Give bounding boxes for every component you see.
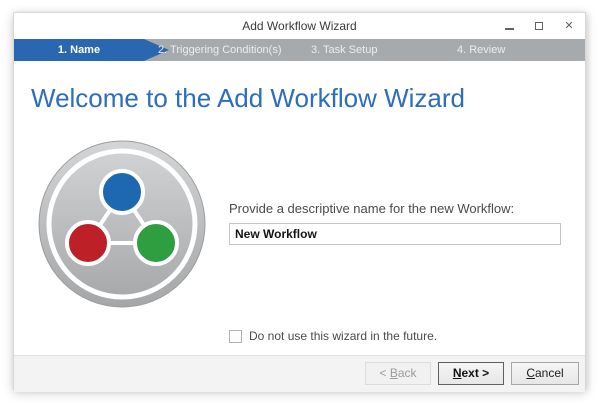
workflow-logo-icon xyxy=(38,140,206,308)
maximize-icon xyxy=(535,22,543,30)
skip-wizard-checkbox[interactable] xyxy=(229,329,242,343)
step-2-triggering-conditions[interactable]: 2. Triggering Condition(s) xyxy=(158,39,282,61)
back-button: < Back xyxy=(365,362,431,385)
close-icon: ✕ xyxy=(564,19,574,32)
logo-green-node xyxy=(133,220,179,266)
workflow-name-input[interactable] xyxy=(229,223,561,245)
next-button[interactable]: Next > xyxy=(438,362,504,385)
cancel-button[interactable]: Cancel xyxy=(511,362,579,385)
minimize-button[interactable] xyxy=(503,20,515,32)
logo-blue-node xyxy=(99,169,145,215)
logo-red-node xyxy=(65,220,111,266)
skip-wizard-label: Do not use this wizard in the future. xyxy=(249,329,438,343)
minimize-icon xyxy=(504,27,514,30)
workflow-name-label: Provide a descriptive name for the new W… xyxy=(229,201,515,216)
add-workflow-wizard-dialog: Add Workflow Wizard ✕ 1. Name 2. Trigger… xyxy=(13,12,586,392)
title-bar: Add Workflow Wizard ✕ xyxy=(14,13,585,39)
step-4-review[interactable]: 4. Review xyxy=(457,39,505,61)
footer-bar: < Back Next > Cancel xyxy=(14,355,585,392)
wizard-step-bar: 1. Name 2. Triggering Condition(s) 3. Ta… xyxy=(14,39,585,61)
window-title: Add Workflow Wizard xyxy=(242,19,357,33)
close-button[interactable]: ✕ xyxy=(563,20,575,32)
page-title: Welcome to the Add Workflow Wizard xyxy=(31,83,465,113)
step-1-name[interactable]: 1. Name xyxy=(14,39,144,61)
skip-wizard-option[interactable]: Do not use this wizard in the future. xyxy=(229,328,437,344)
maximize-button[interactable] xyxy=(533,20,545,32)
step-3-task-setup[interactable]: 3. Task Setup xyxy=(311,39,377,61)
window-controls: ✕ xyxy=(503,13,575,39)
